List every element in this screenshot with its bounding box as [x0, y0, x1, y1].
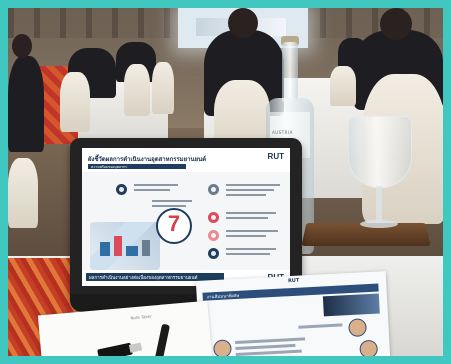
brochure-text-line	[298, 323, 343, 329]
banquet-chair	[124, 64, 150, 116]
slide-text-line	[134, 189, 170, 191]
person-icon	[208, 212, 219, 223]
slide-text-line	[226, 184, 280, 186]
isometric-city-illustration	[90, 222, 160, 270]
brochure-text-line	[235, 343, 296, 351]
slide-subtitle-text: ความพร้อมของบุคลากร	[91, 165, 128, 169]
glass-stem	[376, 186, 382, 222]
slide-text-line	[226, 253, 270, 255]
highlight-number: 7	[167, 211, 181, 236]
attendee-head	[380, 8, 412, 40]
banquet-chair	[152, 62, 174, 114]
banquet-chair	[60, 72, 90, 132]
notepad-text: Note Taker	[130, 313, 152, 321]
glass-foot	[360, 220, 398, 228]
brochure-logo: RUT	[287, 277, 300, 285]
attendee	[8, 56, 44, 152]
slide-text-line	[152, 205, 186, 207]
wine-glass	[348, 116, 412, 236]
rut-logo: RUT	[267, 152, 284, 161]
event-brochure: RUT งานสัมมนาพิเศษ	[195, 271, 391, 356]
speaker-avatar	[348, 318, 367, 338]
glass-bowl	[348, 116, 412, 188]
slide-text-line	[226, 248, 276, 250]
banquet-chair-left	[8, 158, 38, 228]
heart-icon	[208, 230, 219, 241]
slide-text-line	[226, 235, 266, 237]
slide-text-line	[226, 189, 274, 191]
brochure-text-line	[235, 349, 302, 356]
slide-subtitle-band: ความพร้อมของบุคลากร	[88, 164, 186, 169]
gear-icon	[116, 184, 127, 195]
slide-footer-text: ผลการดำเนินงานอย่างต่อเนื่องของอุตสาหกรร…	[89, 276, 198, 281]
tablet-screen[interactable]: ผังชี้วัดผลการดำเนินงานอุตสาหกรรมยานยนต์…	[82, 148, 290, 286]
brochure-banner-photo	[322, 293, 380, 317]
slide-text-line	[226, 217, 268, 219]
brochure-band-text: งานสัมมนาพิเศษ	[206, 293, 240, 301]
speaker-avatar	[359, 339, 379, 356]
slide-header: ผังชี้วัดผลการดำเนินงานอุตสาหกรรมยานยนต์…	[82, 148, 290, 172]
speaker-avatar	[213, 339, 232, 356]
slide-text-line	[134, 184, 178, 186]
attendee-head	[228, 8, 258, 38]
slide-text-line	[226, 212, 276, 214]
banquet-chair	[330, 66, 356, 106]
highlight-number-circle: 7	[156, 208, 192, 244]
photo-frame: AUSTRIA ผังชี้วัดผลการดำเนินงานอุตสาหกรร…	[8, 8, 443, 356]
slide-title: ผังชี้วัดผลการดำเนินงานอุตสาหกรรมยานยนต์	[88, 156, 207, 163]
share-icon	[208, 184, 219, 195]
slide-text-line	[226, 194, 266, 196]
bottle-label-text: AUSTRIA	[272, 130, 293, 135]
slide-text-line	[152, 200, 192, 202]
attendee-head	[12, 34, 32, 58]
slide-text-line	[226, 230, 278, 232]
chart-icon	[208, 248, 219, 259]
bottle-neck	[282, 42, 298, 102]
